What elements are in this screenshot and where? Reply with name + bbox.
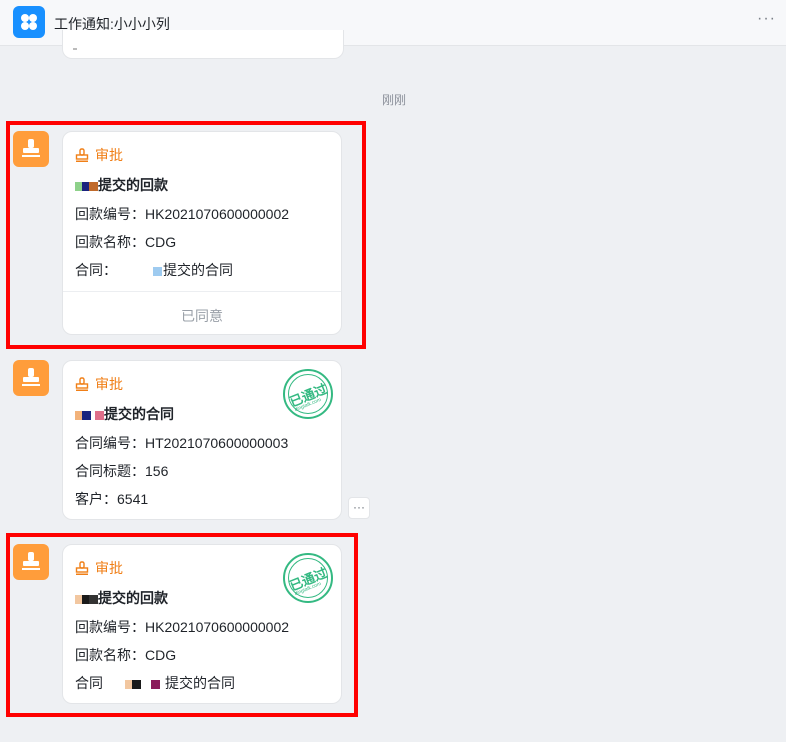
highlight-box: [6, 533, 358, 717]
approval-card[interactable]: 审批 已通过 dingtalk.com 提交的合同 合同编号：HT2021070…: [62, 360, 342, 520]
field-row: 合同编号：HT2021070600000003: [75, 435, 289, 451]
stamp-icon: [75, 377, 89, 391]
message-timestamp: 刚刚: [382, 93, 407, 107]
previous-message-card[interactable]: [62, 30, 344, 59]
approval-avatar: [13, 360, 49, 396]
redacted-name: [75, 406, 104, 422]
field-row: 客户：6541: [75, 491, 149, 507]
approval-tag: 审批: [75, 374, 123, 394]
highlight-box: [6, 121, 366, 349]
more-options-icon[interactable]: ···: [757, 10, 776, 28]
card-title: 提交的合同: [75, 404, 174, 424]
approved-stamp-icon: 已通过 dingtalk.com: [283, 369, 333, 419]
message-more-button[interactable]: ···: [348, 497, 370, 519]
app-grid-icon[interactable]: [13, 6, 45, 38]
stamp-icon: [22, 368, 40, 386]
field-row: 合同标题：156: [75, 463, 169, 479]
